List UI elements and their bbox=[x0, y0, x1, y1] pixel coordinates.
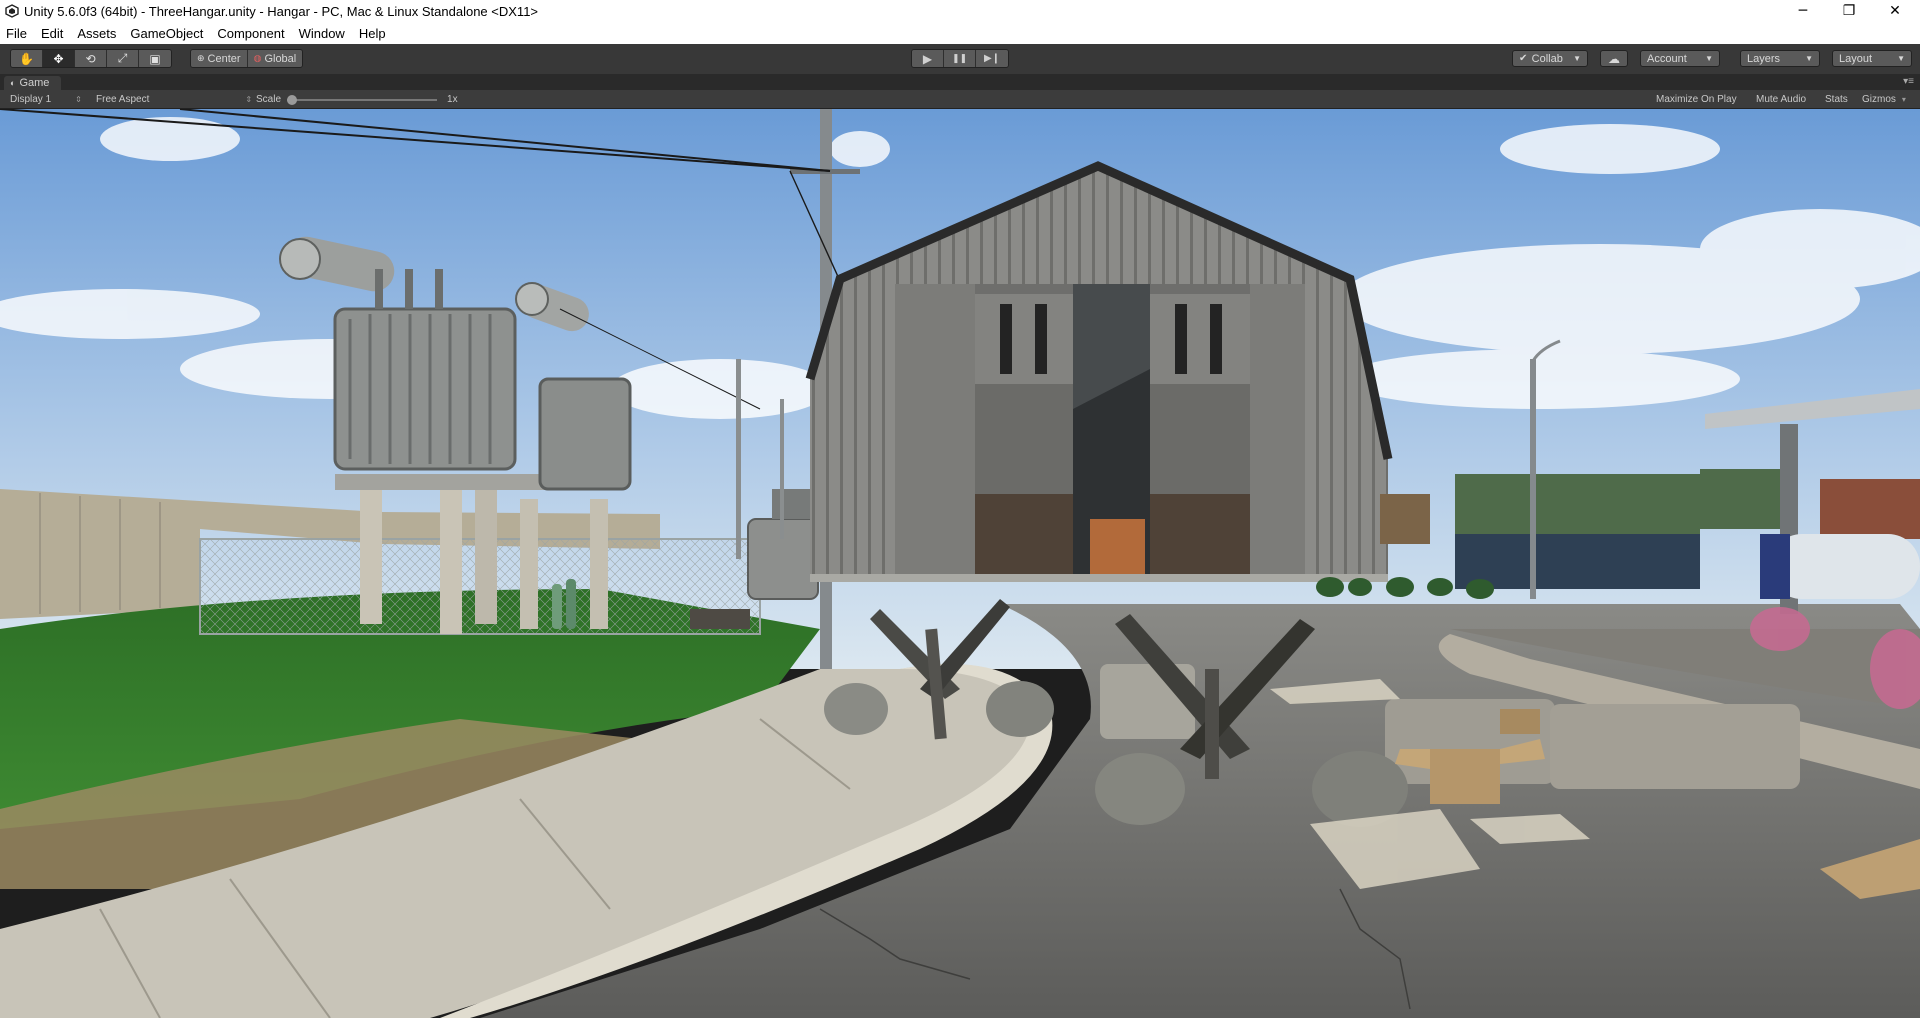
layers-label: Layers bbox=[1747, 52, 1781, 65]
scale-label: Scale bbox=[256, 94, 282, 105]
pivot-toggles: ⊕ Center ◍ Global bbox=[190, 49, 304, 68]
chevron-down-icon: ▾ bbox=[1901, 95, 1906, 104]
step-icon: ▶❙ bbox=[983, 53, 1001, 64]
stats-label: Stats bbox=[1825, 94, 1848, 105]
rect-tool-button[interactable]: ▣ bbox=[139, 50, 171, 67]
street-lamp bbox=[1530, 359, 1536, 599]
cloud-button[interactable]: ☁ bbox=[1600, 50, 1628, 67]
pause-icon: ❚❚ bbox=[951, 53, 968, 64]
minimize-button[interactable]: ─ bbox=[1780, 0, 1826, 22]
mute-audio-label: Mute Audio bbox=[1756, 94, 1807, 105]
move-tool-icon: ✥ bbox=[53, 51, 64, 66]
tab-game[interactable]: ◐ Game bbox=[4, 76, 62, 90]
menu-assets[interactable]: Assets bbox=[77, 26, 116, 41]
pallet-stack bbox=[690, 609, 750, 629]
close-button[interactable]: ✕ bbox=[1872, 0, 1918, 22]
hand-tool-button[interactable]: ✋ bbox=[11, 50, 43, 67]
rect-tool-icon: ▣ bbox=[149, 51, 161, 66]
chevron-down-icon: ▼ bbox=[1805, 54, 1813, 63]
globe-icon: ◍ bbox=[253, 53, 262, 63]
rotate-tool-icon: ⟲ bbox=[85, 51, 96, 66]
pause-button[interactable]: ❚❚ bbox=[944, 50, 976, 67]
window-title: Unity 5.6.0f3 (64bit) - ThreeHangar.unit… bbox=[24, 3, 539, 19]
playback-controls: ▶ ❚❚ ▶❙ bbox=[911, 49, 1009, 68]
move-tool-button[interactable]: ✥ bbox=[43, 50, 75, 67]
menu-help[interactable]: Help bbox=[359, 26, 386, 41]
collab-dropdown[interactable]: ✔ Collab ▼ bbox=[1512, 50, 1588, 67]
layout-dropdown[interactable]: Layout ▼ bbox=[1832, 50, 1912, 67]
gizmos-dropdown[interactable]: Gizmos ▾ bbox=[1862, 94, 1906, 105]
aspect-dropdown[interactable]: Free Aspect ⇕ bbox=[96, 94, 252, 105]
scale-slider-thumb[interactable] bbox=[287, 94, 298, 105]
play-button[interactable]: ▶ bbox=[912, 50, 944, 67]
display-dropdown[interactable]: Display 1 ⇕ bbox=[10, 94, 82, 105]
updown-arrow-icon: ⇕ bbox=[75, 95, 82, 104]
updown-arrow-icon: ⇕ bbox=[245, 95, 253, 104]
chevron-down-icon: ▼ bbox=[1705, 54, 1713, 63]
scale-value: 1x bbox=[447, 94, 458, 105]
game-view-controls: Display 1 ⇕ Free Aspect ⇕ Scale 1x Maxim… bbox=[0, 90, 1920, 109]
menu-window[interactable]: Window bbox=[299, 26, 345, 41]
account-label: Account bbox=[1647, 52, 1687, 65]
tank-truck bbox=[1760, 534, 1920, 599]
collab-check-icon: ✔ bbox=[1519, 53, 1528, 64]
game-scene bbox=[0, 109, 1920, 1018]
chevron-down-icon: ▼ bbox=[1897, 54, 1905, 63]
step-button[interactable]: ▶❙ bbox=[976, 50, 1008, 67]
scale-tool-button[interactable]: ⤢ bbox=[107, 50, 139, 67]
scale-tool-icon: ⤢ bbox=[117, 51, 128, 65]
chevron-down-icon: ▼ bbox=[1573, 54, 1581, 63]
menu-gameobject[interactable]: GameObject bbox=[130, 26, 203, 41]
maximize-on-play-label: Maximize On Play bbox=[1656, 94, 1737, 105]
game-view-icon: ◐ bbox=[10, 78, 16, 88]
tab-menu-icon[interactable]: ▾≡ bbox=[1903, 76, 1914, 87]
layers-dropdown[interactable]: Layers ▼ bbox=[1740, 50, 1820, 67]
mute-audio-toggle[interactable]: Mute Audio bbox=[1756, 94, 1806, 105]
account-dropdown[interactable]: Account ▼ bbox=[1640, 50, 1720, 67]
pivot-global-label: Global bbox=[264, 52, 297, 65]
menu-component[interactable]: Component bbox=[217, 26, 284, 41]
pivot-center-icon: ⊕ bbox=[197, 53, 205, 63]
game-viewport[interactable] bbox=[0, 109, 1920, 1018]
menu-edit[interactable]: Edit bbox=[41, 26, 63, 41]
cloud-icon: ☁ bbox=[1608, 51, 1620, 66]
unity-logo-icon bbox=[5, 4, 19, 18]
main-toolbar: ✋ ✥ ⟲ ⤢ ▣ ⊕ Center ◍ Global ▶ ❚❚ ▶❙ ✔ Co… bbox=[0, 44, 1920, 74]
pivot-global-button[interactable]: ◍ Global bbox=[247, 50, 303, 67]
scale-control: Scale 1x bbox=[256, 94, 458, 105]
pivot-center-button[interactable]: ⊕ Center bbox=[191, 50, 248, 67]
hand-tool-icon: ✋ bbox=[19, 51, 34, 66]
transform-tools: ✋ ✥ ⟲ ⤢ ▣ bbox=[10, 49, 172, 68]
stats-toggle[interactable]: Stats bbox=[1825, 94, 1848, 105]
gizmos-label: Gizmos bbox=[1862, 94, 1896, 105]
game-tab-label: Game bbox=[19, 77, 50, 89]
display-label: Display 1 bbox=[10, 94, 52, 105]
window-title-bar: Unity 5.6.0f3 (64bit) - ThreeHangar.unit… bbox=[0, 0, 1920, 22]
layout-label: Layout bbox=[1839, 52, 1873, 65]
scale-slider[interactable] bbox=[287, 94, 438, 105]
maximize-button[interactable]: ❐ bbox=[1826, 0, 1872, 22]
menu-file[interactable]: File bbox=[6, 26, 27, 41]
maximize-on-play-toggle[interactable]: Maximize On Play bbox=[1656, 94, 1737, 105]
collab-label: Collab bbox=[1531, 52, 1563, 65]
game-tab-row: ◐ Game ▾≡ bbox=[0, 74, 1920, 90]
aspect-label: Free Aspect bbox=[96, 94, 150, 105]
play-icon: ▶ bbox=[922, 51, 933, 66]
menu-bar: File Edit Assets GameObject Component Wi… bbox=[0, 22, 1920, 44]
rotate-tool-button[interactable]: ⟲ bbox=[75, 50, 107, 67]
pivot-center-label: Center bbox=[207, 52, 241, 65]
